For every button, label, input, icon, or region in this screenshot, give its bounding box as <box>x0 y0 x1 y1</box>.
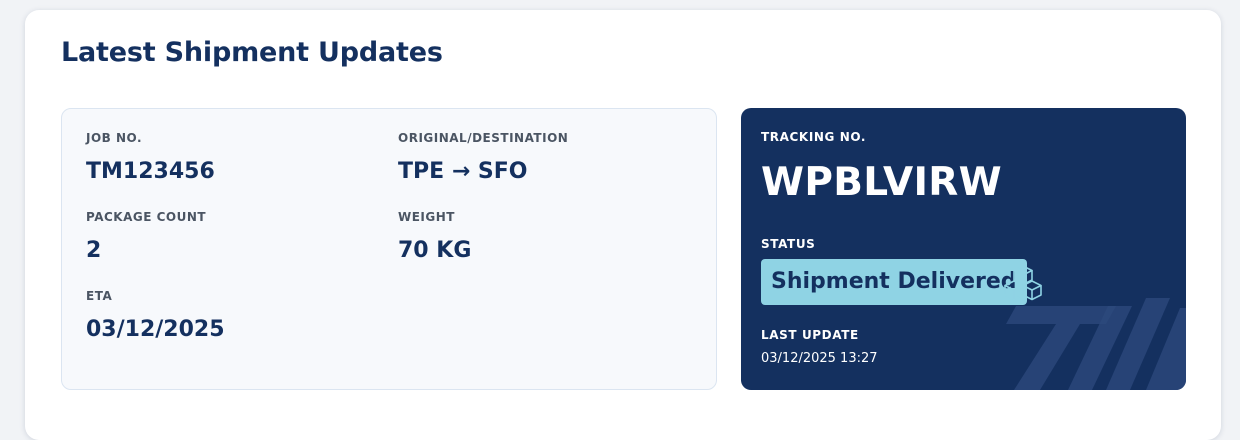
job-number-label: JOB NO. <box>86 131 143 145</box>
job-number-value: TM123456 <box>86 159 215 184</box>
last-update-label: LAST UPDATE <box>761 328 859 342</box>
brand-watermark-icon <box>1006 298 1186 390</box>
boxes-icon <box>1004 265 1042 301</box>
eta-label: ETA <box>86 289 113 303</box>
tracking-panel: TRACKING NO. WPBLVIRW STATUS Shipment De… <box>741 108 1186 390</box>
package-count-label: PACKAGE COUNT <box>86 210 207 224</box>
shipment-details-panel: JOB NO. TM123456 ORIGINAL/DESTINATION TP… <box>61 108 717 390</box>
weight-value: 70 KG <box>398 238 472 263</box>
status-label: STATUS <box>761 237 816 251</box>
tracking-number-value: WPBLVIRW <box>761 160 1002 205</box>
tracking-number-label: TRACKING NO. <box>761 130 867 144</box>
route-field: ORIGINAL/DESTINATION TPE → SFO <box>398 131 568 184</box>
eta-field: ETA 03/12/2025 <box>86 289 225 342</box>
weight-field: WEIGHT 70 KG <box>398 210 471 263</box>
package-count-field: PACKAGE COUNT 2 <box>86 210 206 263</box>
route-value: TPE → SFO <box>398 159 528 184</box>
last-update-value: 03/12/2025 13:27 <box>761 351 878 366</box>
eta-value: 03/12/2025 <box>86 317 225 342</box>
job-number-field: JOB NO. TM123456 <box>86 131 215 184</box>
route-label: ORIGINAL/DESTINATION <box>398 131 569 145</box>
status-badge: Shipment Delivered <box>761 259 1027 305</box>
card-title: Latest Shipment Updates <box>61 37 443 68</box>
package-count-value: 2 <box>86 238 102 263</box>
weight-label: WEIGHT <box>398 210 455 224</box>
shipment-updates-card: Latest Shipment Updates JOB NO. TM123456… <box>25 10 1221 440</box>
